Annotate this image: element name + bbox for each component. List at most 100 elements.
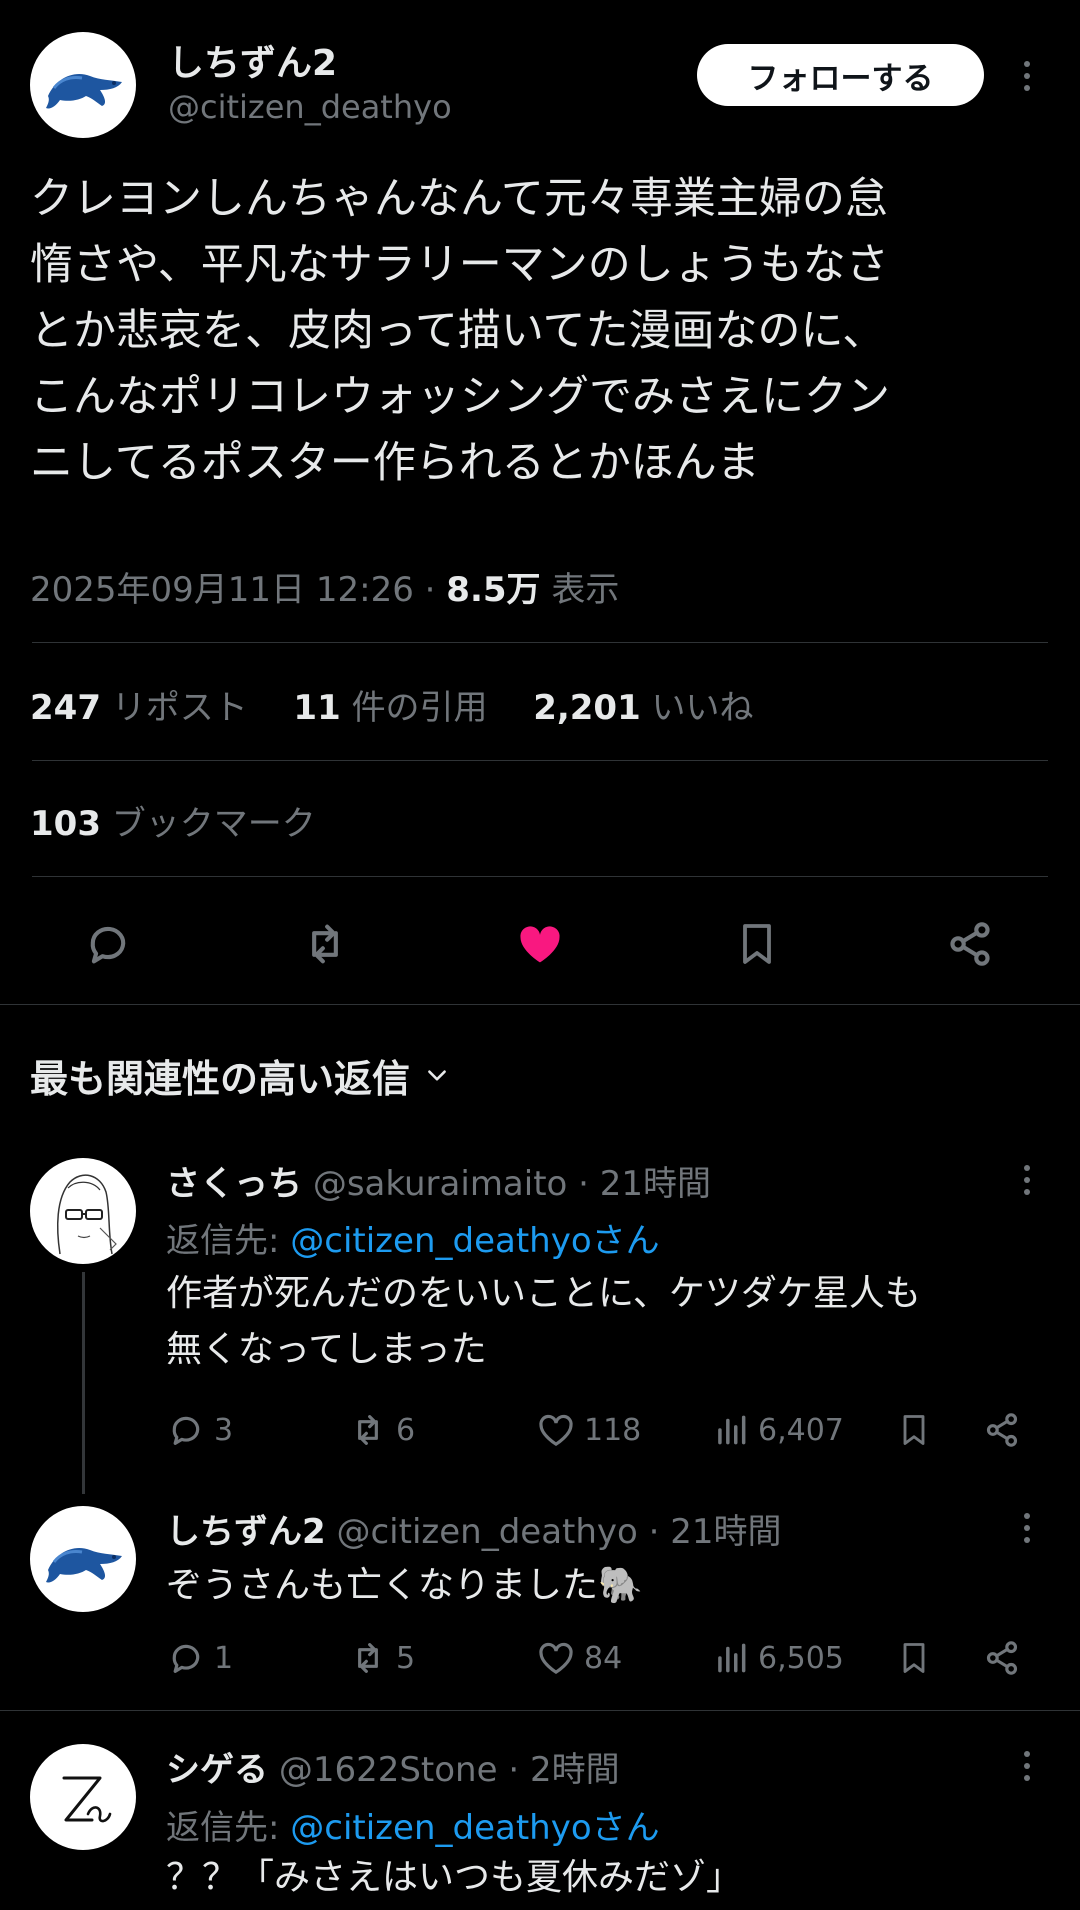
reply-bookmark-icon[interactable] — [896, 1410, 932, 1450]
reply-more-icon[interactable] — [1018, 1162, 1036, 1198]
reply-sort-label: 最も関連性の高い返信 — [30, 1057, 411, 1101]
quotes-count: 11 — [293, 688, 341, 728]
reply-author-handle[interactable]: @citizen_deathyo — [336, 1512, 637, 1552]
reply-more-icon[interactable] — [1018, 1510, 1036, 1546]
reply-icon[interactable] — [82, 918, 134, 970]
post-text-line: とか悲哀を、皮肉って描いてた漫画なのに、 — [30, 306, 886, 356]
reposts-label: リポスト — [111, 688, 248, 728]
quotes-stat[interactable]: 11 件の引用 — [293, 688, 487, 728]
thread-line — [82, 1272, 85, 1494]
likes-count: 2,201 — [533, 688, 641, 728]
bookmarks-stat[interactable]: 103 ブックマーク — [30, 796, 316, 845]
seal-avatar-icon — [46, 74, 122, 109]
share-icon[interactable] — [944, 918, 996, 970]
views-label: 表示 — [551, 570, 620, 610]
seal-avatar-icon — [46, 1548, 122, 1583]
reply-avatar[interactable] — [30, 1744, 136, 1850]
views-chart-icon — [718, 1415, 746, 1445]
repost-icon — [358, 1415, 378, 1445]
reposts-count: 247 — [30, 688, 101, 728]
reply-text: ？？「みさえはいつも夏休みだゾ」 — [166, 1852, 742, 1904]
reply-text-line: ぞうさんも亡くなりました🐘 — [166, 1565, 643, 1606]
reply-count: 3 — [214, 1412, 234, 1448]
reply-text-line: 無くなってしまった — [166, 1329, 487, 1370]
reply-text-line: ？？「みさえはいつも夏休みだゾ」 — [166, 1857, 743, 1898]
engagement-row: 247 リポスト 11 件の引用 2,201 いいね — [30, 680, 754, 729]
reply-repost-button[interactable]: 6 — [348, 1410, 415, 1450]
post-text-line: 惰さや、平凡なサラリーマンのしょうもなさ — [30, 240, 889, 290]
reply-sort-dropdown[interactable]: 最も関連性の高い返信 — [30, 1048, 450, 1103]
reply-header: さくっち @sakuraimaito · 21時間 — [166, 1156, 711, 1205]
like-count: 118 — [584, 1412, 642, 1448]
quotes-label: 件の引用 — [351, 688, 488, 728]
author-handle[interactable]: @citizen_deathyo — [168, 88, 452, 126]
reply-author-name[interactable]: さくっち — [166, 1164, 302, 1204]
repost-icon — [358, 1643, 378, 1673]
like-count: 84 — [584, 1640, 623, 1676]
post-datetime[interactable]: 2025年09月11日 12:26 — [30, 570, 414, 610]
reply-author-name[interactable]: しちずん2 — [166, 1512, 326, 1552]
bookmarks-label: ブックマーク — [111, 804, 316, 844]
reply-to-prefix: 返信先: — [166, 1221, 291, 1261]
repost-count: 6 — [396, 1412, 416, 1448]
meta-separator: · — [424, 570, 436, 610]
like-icon-active[interactable] — [512, 918, 568, 970]
reply-views-button[interactable]: 6,407 — [712, 1410, 844, 1450]
views-count: 6,407 — [758, 1412, 844, 1448]
author-name[interactable]: しちずん2 — [168, 34, 337, 86]
reply-icon — [172, 1416, 200, 1445]
reply-to-mention[interactable]: @citizen_deathyoさん — [290, 1221, 659, 1261]
reply-comment-button[interactable]: 3 — [166, 1410, 233, 1450]
reply-avatar[interactable] — [30, 1158, 136, 1264]
reply-share-icon[interactable] — [982, 1638, 1022, 1678]
bookmark-icon[interactable] — [733, 918, 781, 970]
post-text-line: クレヨンしんちゃんなんて元々専業主婦の怠 — [30, 174, 888, 224]
reply-views-button[interactable]: 6,505 — [712, 1638, 844, 1678]
reply-count: 1 — [214, 1640, 234, 1676]
reply-to-mention[interactable]: @citizen_deathyoさん — [290, 1808, 659, 1848]
reply-text: ぞうさんも亡くなりました🐘 — [166, 1558, 643, 1614]
reply-bookmark-icon[interactable] — [896, 1638, 932, 1678]
reply-to-line: 返信先: @citizen_deathyoさん — [166, 1213, 660, 1262]
reply-share-icon[interactable] — [982, 1410, 1022, 1450]
views-count: 8.5万 — [446, 570, 541, 610]
reposts-stat[interactable]: 247 リポスト — [30, 688, 248, 728]
author-avatar[interactable] — [30, 32, 136, 138]
repost-count: 5 — [396, 1640, 416, 1676]
bookmarks-count: 103 — [30, 804, 101, 844]
heart-outline-icon — [539, 1414, 573, 1447]
reply-author-handle[interactable]: @sakuraimaito — [313, 1164, 568, 1204]
reply-more-icon[interactable] — [1018, 1748, 1036, 1784]
reply-text: 作者が死んだのをいいことに、ケツダケ星人も 無くなってしまった — [166, 1266, 921, 1378]
reply-to-line: 返信先: @citizen_deathyoさん — [166, 1800, 660, 1849]
reply-comment-button[interactable]: 1 — [166, 1638, 233, 1678]
sketch-avatar-icon — [56, 1174, 117, 1255]
reply-to-prefix: 返信先: — [166, 1808, 291, 1848]
reply-time[interactable]: · 21時間 — [649, 1512, 782, 1552]
repost-icon[interactable] — [297, 918, 353, 970]
reply-icon — [172, 1644, 200, 1673]
chevron-down-icon — [428, 1069, 446, 1081]
views-chart-icon — [718, 1643, 746, 1673]
reply-like-button[interactable]: 118 — [536, 1410, 641, 1450]
reply-repost-button[interactable]: 5 — [348, 1638, 415, 1678]
reply-author-name[interactable]: シゲる — [166, 1750, 268, 1790]
post-text-line: こんなポリコレウォッシングでみさえにクン — [30, 372, 890, 422]
reply-header: しちずん2 @citizen_deathyo · 21時間 — [166, 1504, 782, 1553]
reply-like-button[interactable]: 84 — [536, 1638, 622, 1678]
follow-button[interactable]: フォローする — [697, 44, 984, 106]
views-count: 6,505 — [758, 1640, 844, 1676]
likes-stat[interactable]: 2,201 いいね — [533, 688, 753, 728]
reply-text-line: 作者が死んだのをいいことに、ケツダケ星人も — [166, 1273, 921, 1314]
reply-time[interactable]: · 2時間 — [508, 1750, 619, 1790]
post-text-line: ニしてるポスター作られるとかほんま — [30, 438, 760, 488]
reply-time[interactable]: · 21時間 — [578, 1164, 711, 1204]
reply-author-handle[interactable]: @1622Stone — [279, 1750, 498, 1790]
follow-button-label: フォローする — [747, 60, 934, 97]
post-text: クレヨンしんちゃんなんて元々専業主婦の怠 惰さや、平凡なサラリーマンのしょうもな… — [30, 166, 890, 496]
likes-label: いいね — [651, 688, 754, 728]
reply-avatar[interactable] — [30, 1506, 136, 1612]
more-options-icon[interactable] — [1018, 58, 1036, 94]
post-meta: 2025年09月11日 12:26 · 8.5万 表示 — [30, 562, 619, 611]
heart-outline-icon — [539, 1642, 573, 1675]
